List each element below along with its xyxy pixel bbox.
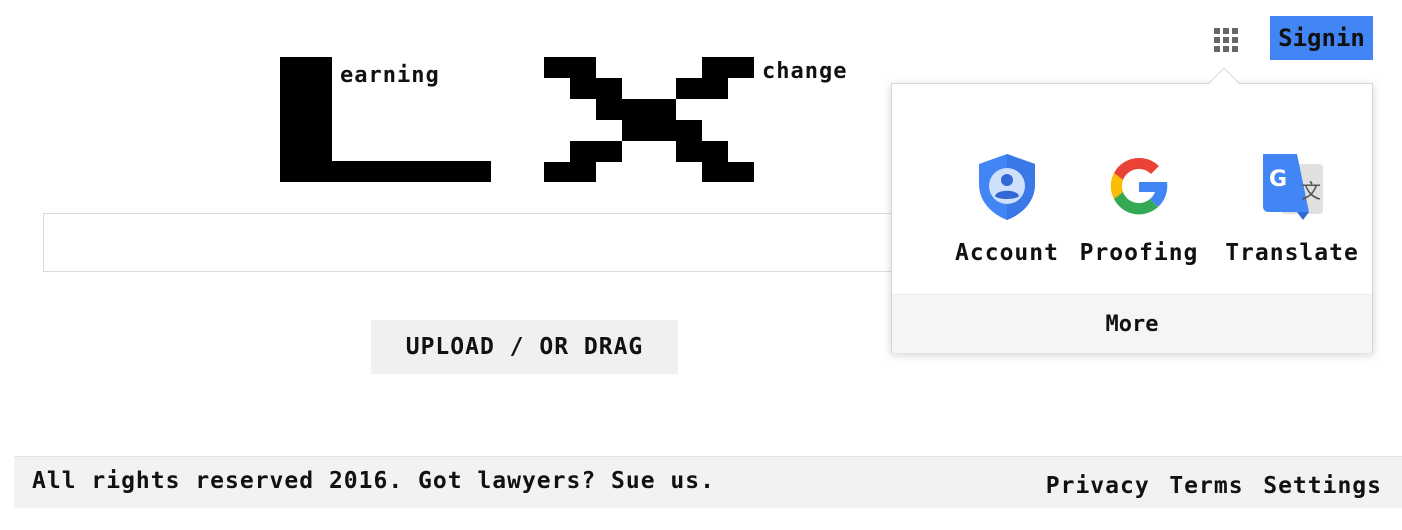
app-tile-account[interactable]: Account bbox=[948, 144, 1066, 284]
footer-link-settings[interactable]: Settings bbox=[1263, 473, 1382, 499]
copyright-text: All rights reserved 2016. Got lawyers? S… bbox=[32, 468, 715, 494]
upload-button[interactable]: UPLOAD / OR DRAG bbox=[371, 320, 678, 374]
footer-link-terms[interactable]: Terms bbox=[1169, 473, 1243, 499]
app-tile-label: Translate bbox=[1225, 240, 1359, 266]
footer: All rights reserved 2016. Got lawyers? S… bbox=[14, 456, 1402, 508]
app-tile-proofing[interactable]: Proofing bbox=[1075, 144, 1203, 284]
site-logo: earning change bbox=[278, 55, 878, 185]
logo-word-earning: earning bbox=[340, 63, 440, 88]
app-tile-label: Proofing bbox=[1079, 240, 1199, 266]
footer-links: Privacy Terms Settings bbox=[1036, 473, 1382, 499]
apps-dropdown-panel: Account Proofing G 文 Translate More bbox=[891, 83, 1373, 353]
search-input[interactable] bbox=[43, 213, 893, 272]
translate-icon: G 文 bbox=[1257, 150, 1327, 222]
google-g-icon bbox=[1104, 150, 1174, 222]
logo-word-change: change bbox=[762, 59, 848, 84]
svg-text:G: G bbox=[1269, 167, 1287, 192]
apps-launcher-button[interactable] bbox=[1210, 24, 1240, 54]
more-apps-button[interactable]: More bbox=[892, 294, 1372, 353]
signin-button[interactable]: Signin bbox=[1270, 16, 1373, 60]
footer-link-privacy[interactable]: Privacy bbox=[1046, 473, 1150, 499]
account-shield-icon bbox=[972, 150, 1042, 222]
svg-text:文: 文 bbox=[1301, 179, 1321, 203]
apps-grid-icon bbox=[1214, 28, 1238, 52]
app-tile-label: Account bbox=[955, 240, 1059, 266]
app-tile-translate[interactable]: G 文 Translate bbox=[1218, 144, 1366, 284]
